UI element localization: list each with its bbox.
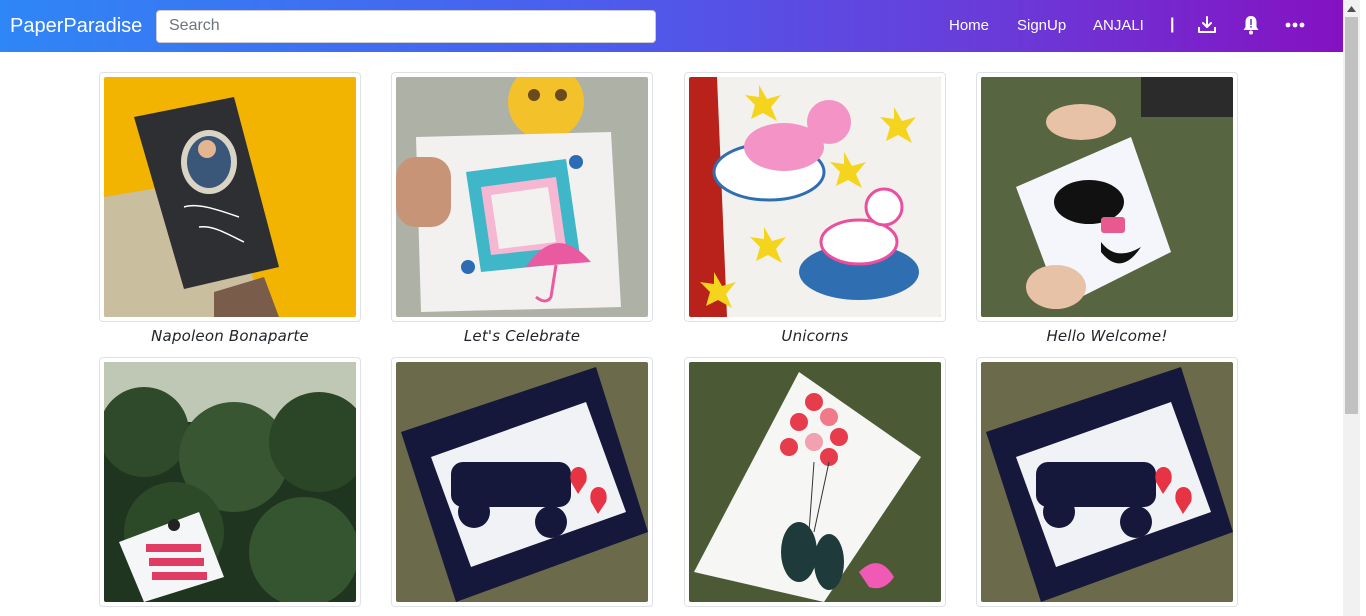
card-thumbnail[interactable] [976,72,1238,322]
brand-logo[interactable]: PaperParadise [10,15,156,38]
card-image-loads-of-love-2[interactable] [981,362,1233,602]
nav-separator: | [1170,16,1175,33]
card-napoleon[interactable]: Napoleon Bonaparte [99,72,361,345]
card-bench[interactable] [99,357,361,612]
nav-user-link[interactable]: ANJALI [1093,17,1144,34]
card-thumbnail[interactable] [976,357,1238,607]
card-caption: Napoleon Bonaparte [151,327,309,345]
download-icon[interactable] [1196,14,1218,36]
scrollbar-thumb[interactable] [1345,17,1358,414]
card-thumbnail[interactable] [99,72,361,322]
card-image-napoleon[interactable] [104,77,356,317]
card-image-balloons[interactable] [689,362,941,602]
card-caption: Hello Welcome! [1046,327,1168,345]
nav-home-link[interactable]: Home [949,17,989,34]
card-celebrate[interactable]: Let's Celebrate [391,72,653,345]
card-image-celebrate[interactable] [396,77,648,317]
card-thumbnail[interactable] [99,357,361,607]
vertical-scrollbar[interactable] [1343,0,1360,616]
card-caption: Let's Celebrate [463,327,581,345]
search-input[interactable] [156,9,656,43]
card-loads-of-love-2[interactable] [976,357,1238,612]
card-thumbnail[interactable] [684,357,946,607]
bell-icon[interactable] [1240,14,1262,36]
card-image-hello[interactable] [981,77,1233,317]
nav-signup-link[interactable]: SignUp [1017,17,1066,34]
card-caption: Unicorns [781,327,849,345]
card-thumbnail[interactable] [391,72,653,322]
scroll-up-arrow-icon[interactable] [1343,0,1360,17]
card-image-bench[interactable] [104,362,356,602]
card-thumbnail[interactable] [684,72,946,322]
card-loads-of-love-1[interactable] [391,357,653,612]
more-icon[interactable] [1284,14,1306,36]
card-image-unicorns[interactable] [689,77,941,317]
card-unicorns[interactable]: Unicorns [684,72,946,345]
card-image-loads-of-love-1[interactable] [396,362,648,602]
card-balloons[interactable] [684,357,946,612]
card-hello[interactable]: Hello Welcome! [976,72,1238,345]
page: PaperParadise Home SignUp ANJALI | [0,0,1343,616]
navbar: PaperParadise Home SignUp ANJALI | [0,0,1343,52]
card-thumbnail[interactable] [391,357,653,607]
